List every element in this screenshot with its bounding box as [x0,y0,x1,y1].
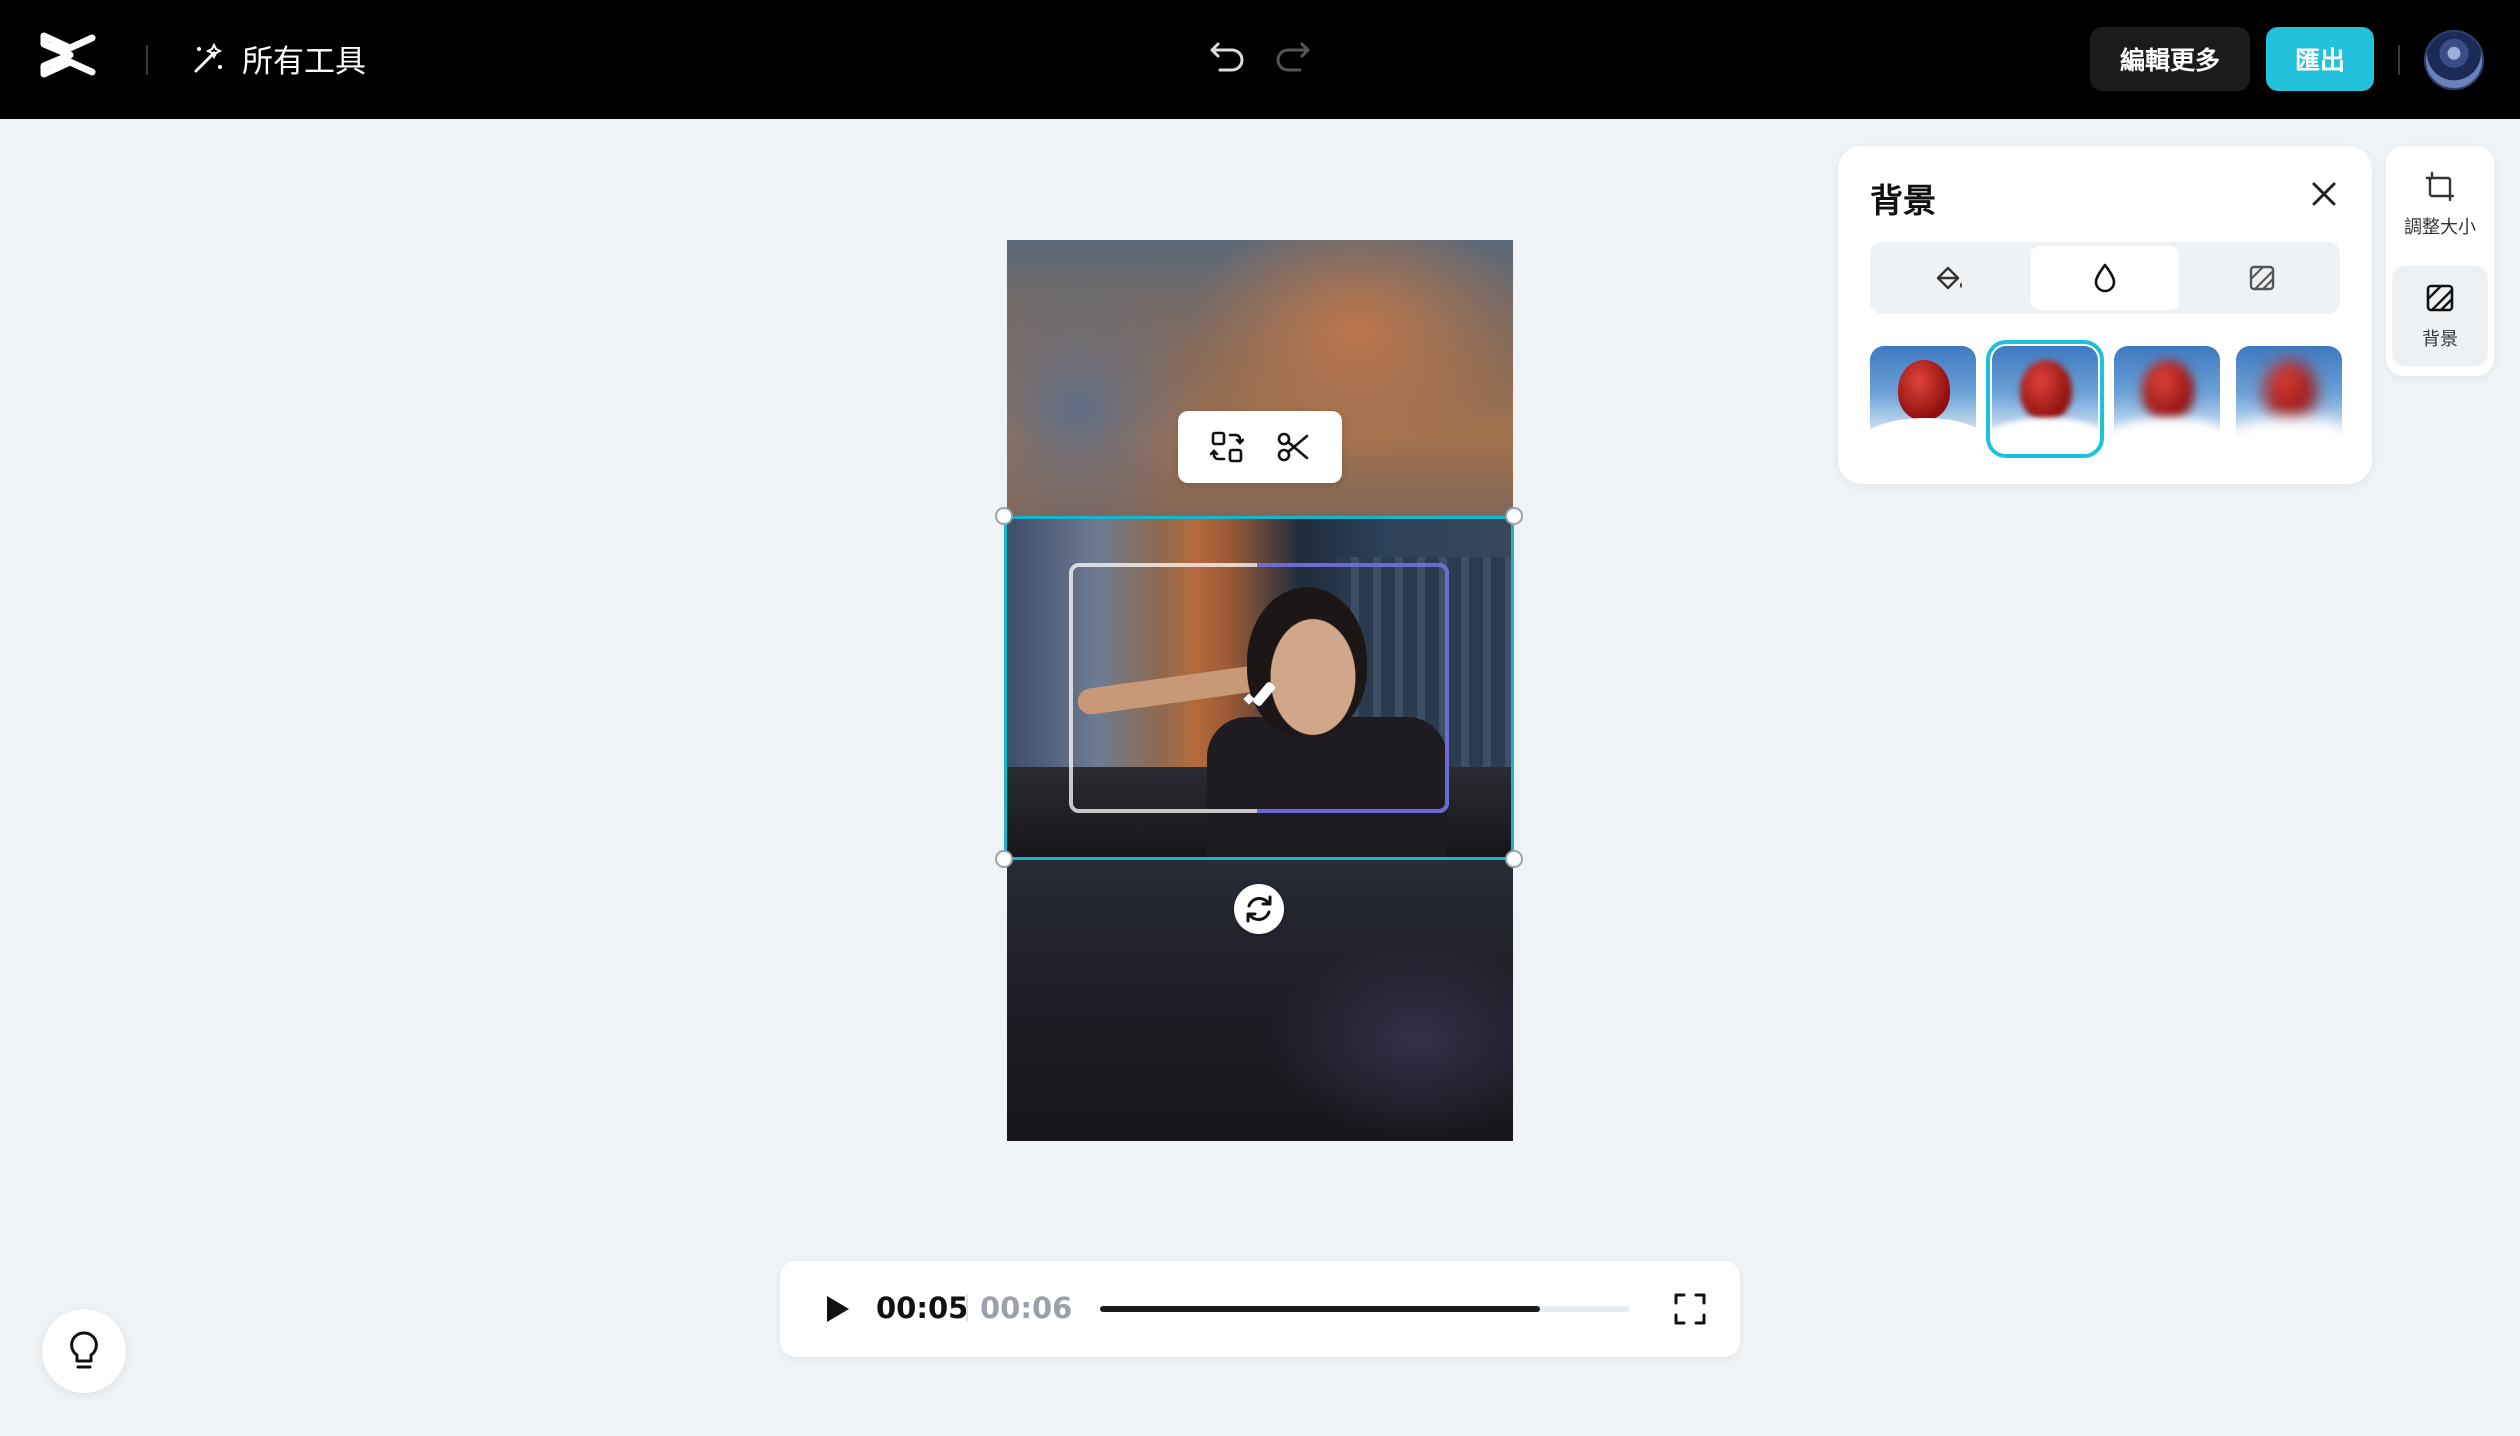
magic-wand-icon [194,42,223,72]
resize-icon [2425,171,2455,202]
top-bar: 所有工具 編輯更多 匯出 [0,0,2520,119]
playback-bar: 00:05 00:06 [780,1261,1740,1357]
divider [2398,45,2400,75]
scissors-icon [1277,432,1309,462]
capcut-logo-icon[interactable] [40,30,96,80]
panel-title: 背景 [1870,181,1936,220]
resize-handle[interactable] [1505,507,1523,525]
tab-pattern[interactable] [2188,246,2336,310]
fullscreen-icon[interactable] [1670,1289,1710,1329]
blur-option-none[interactable] [1870,346,1976,452]
pattern-icon [2249,265,2275,291]
selection-box[interactable] [1004,516,1514,860]
tab-color-fill[interactable] [1874,246,2022,310]
rotate-button[interactable] [1234,884,1284,934]
resize-handle[interactable] [995,850,1013,868]
split-button[interactable] [1273,427,1313,467]
progress-track[interactable] [1100,1306,1630,1312]
all-tools-button[interactable]: 所有工具 [190,36,366,81]
rotate-icon [1246,895,1272,923]
divider [146,45,148,75]
current-time: 00:05 [876,1291,969,1325]
undo-icon[interactable] [1206,34,1250,78]
export-button[interactable]: 匯出 [2266,27,2374,91]
tips-button[interactable] [42,1309,126,1393]
blur-option-light[interactable] [1986,340,2104,458]
resize-handle[interactable] [1505,850,1523,868]
edit-more-button[interactable]: 編輯更多 [2090,27,2250,91]
blur-option-strong[interactable] [2236,346,2342,452]
background-type-tabs [1870,242,2340,314]
all-tools-label: 所有工具 [242,44,366,80]
lightbulb-icon [70,1331,98,1369]
right-rail: 調整大小 背景 [2386,146,2494,376]
rail-label-resize: 調整大小 [2404,217,2476,238]
progress-fill [1100,1306,1540,1312]
redo-icon[interactable] [1270,34,1314,78]
total-time: 00:06 [980,1291,1073,1325]
background-panel: 背景 [1838,146,2372,484]
clip-toolbar [1178,411,1342,483]
rail-label-background: 背景 [2422,329,2458,350]
time-divider [966,1295,968,1321]
resize-handle[interactable] [995,507,1013,525]
avatar[interactable] [2424,30,2484,90]
close-icon[interactable] [2302,172,2346,216]
rail-item-background[interactable]: 背景 [2392,266,2488,366]
blur-drop-icon [2094,263,2116,293]
replace-button[interactable] [1207,427,1247,467]
tab-blur[interactable] [2031,246,2179,310]
rail-item-resize[interactable]: 調整大小 [2392,154,2488,254]
play-icon[interactable] [816,1289,856,1329]
paint-bucket-icon [1936,266,1962,290]
background-icon [2426,284,2454,312]
replace-icon [1210,431,1244,463]
blur-option-medium[interactable] [2114,346,2220,452]
